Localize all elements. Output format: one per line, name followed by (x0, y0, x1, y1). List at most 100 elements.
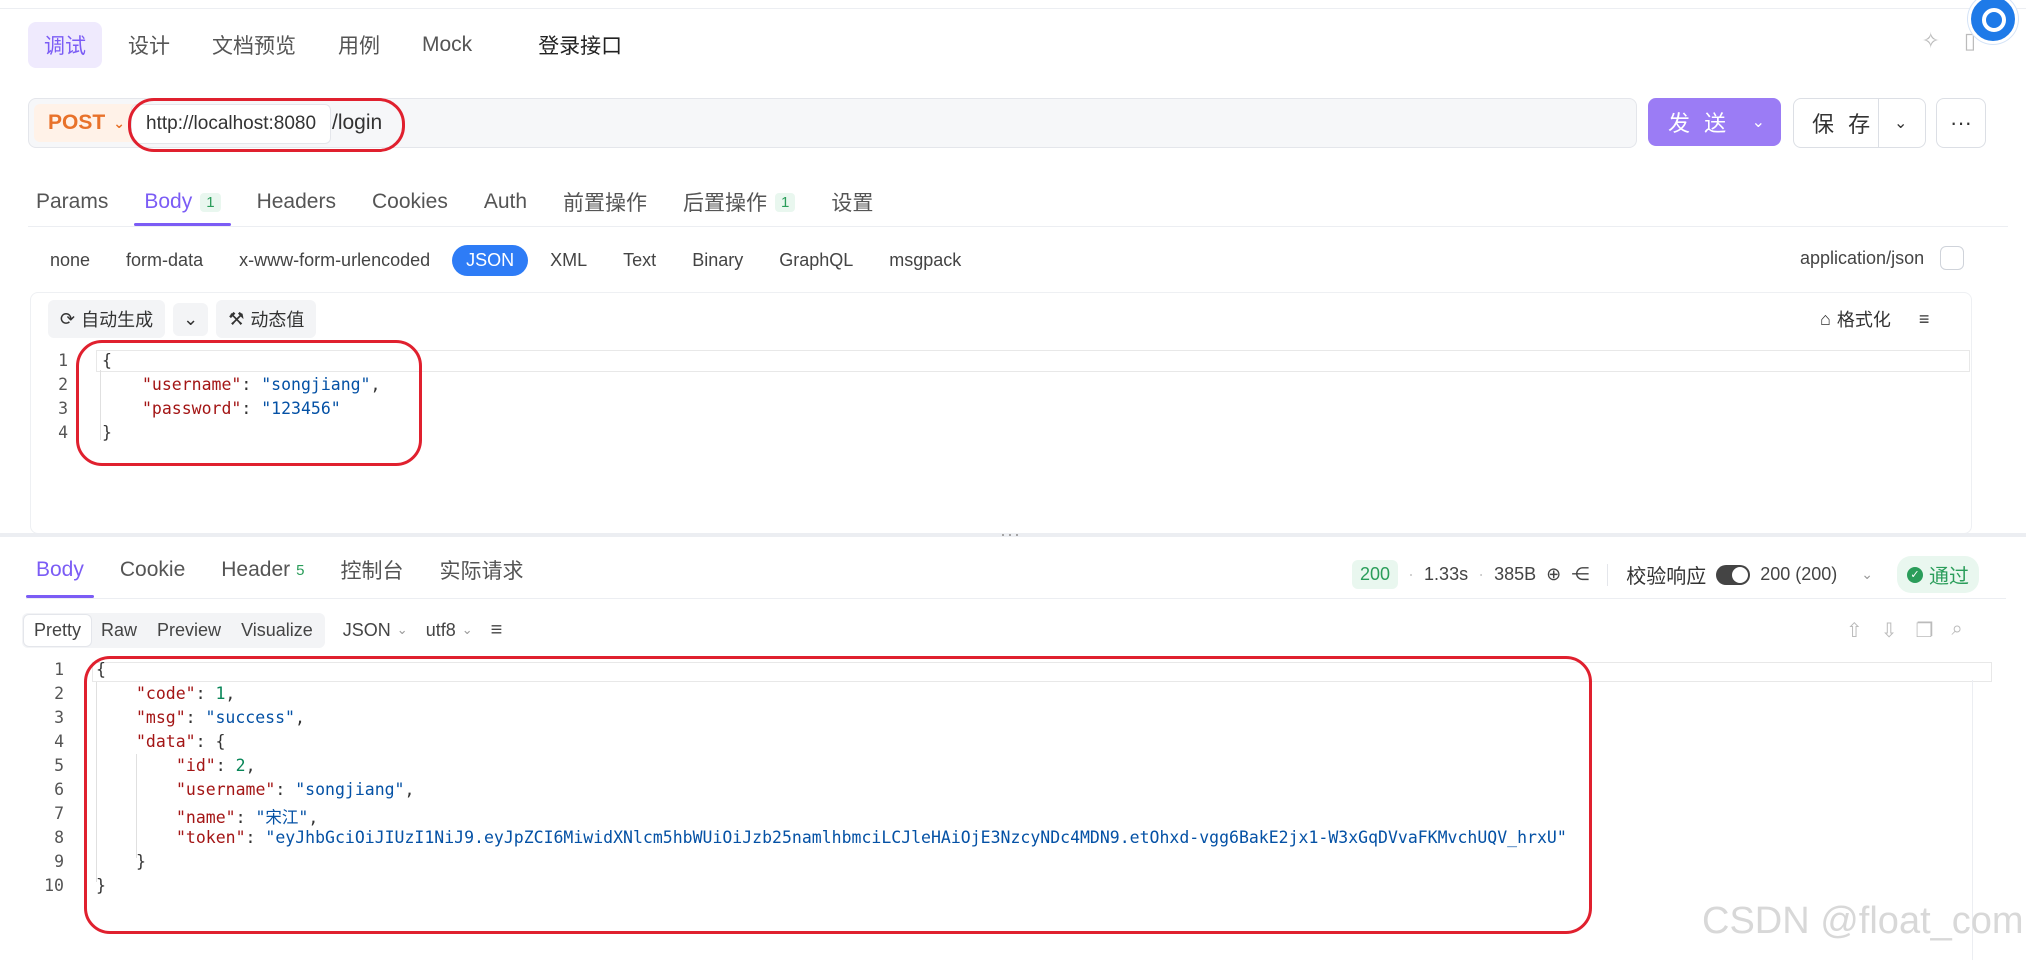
view-preview[interactable]: Preview (147, 615, 231, 646)
drag-handle-icon[interactable]: ··· (1000, 524, 1021, 545)
body-type-binary[interactable]: Binary (678, 245, 757, 276)
response-time: 1.33s (1424, 564, 1469, 584)
check-icon: ✓ (1907, 566, 1924, 583)
chevron-down-icon[interactable]: ⌄ (1894, 113, 1907, 133)
content-type-label: application/json (1800, 247, 1925, 268)
content-type-checkbox[interactable] (1940, 246, 1965, 270)
tab-label: 控制台 (340, 560, 404, 583)
divider (1607, 563, 1609, 586)
share-icon[interactable]: ⋲ (1571, 564, 1589, 585)
tab-auth[interactable]: Auth (474, 180, 537, 224)
encoding-select[interactable]: utf8 ⌄ (426, 620, 473, 641)
pass-label: 通过 (1929, 566, 1970, 588)
view-raw[interactable]: Raw (91, 615, 147, 646)
editor-toolbar-right: ⌂ 格式化 ≡ (1820, 306, 1929, 332)
format-button[interactable]: ⌂ 格式化 (1820, 306, 1891, 332)
method-label: POST (48, 111, 106, 134)
line-number: 4 (54, 732, 64, 751)
line-number: 3 (54, 708, 64, 727)
broom-icon: ⌂ (1820, 308, 1831, 329)
globe-icon[interactable]: ⊕ (1546, 564, 1561, 585)
tab-label: Header (221, 558, 291, 581)
chevron-down-icon: ⌄ (461, 622, 473, 637)
response-status-bar: 200 · 1.33s · 385B ⊕ ⋲ 校验响应 200 (200) ⌄ … (1352, 556, 1980, 593)
tab-headers[interactable]: Headers (247, 180, 346, 224)
tab-cookies[interactable]: Cookies (362, 180, 458, 224)
body-type-form-data[interactable]: form-data (112, 245, 217, 276)
line-number: 9 (54, 852, 64, 871)
status-code-badge: 200 (1352, 560, 1399, 589)
view-visualize[interactable]: Visualize (231, 615, 323, 646)
chevron-down-icon[interactable]: ⌄ (1752, 112, 1765, 132)
body-type-text[interactable]: Text (609, 245, 670, 276)
view-pretty[interactable]: Pretty (24, 614, 92, 646)
chevron-down-icon: ⌄ (183, 308, 199, 329)
wrap-lines-icon[interactable]: ≡ (491, 619, 503, 642)
line-number: 1 (58, 351, 68, 370)
chevron-down-icon[interactable]: ⌄ (1861, 566, 1873, 583)
tab-cases[interactable]: 用例 (322, 22, 396, 68)
save-button[interactable]: 保 存 ⌄ (1793, 98, 1926, 148)
format-select[interactable]: JSON ⌄ (343, 620, 408, 641)
tab-label: Auth (483, 190, 528, 213)
format-value: JSON (342, 619, 391, 640)
copy-icon[interactable]: ❐ (1916, 618, 1934, 643)
auto-generate-dropdown[interactable]: ⌄ (173, 302, 209, 336)
count-badge: 1 (775, 192, 796, 212)
divider (1878, 99, 1879, 147)
tab-body[interactable]: Body 1 (134, 180, 231, 226)
tab-params[interactable]: Params (26, 180, 118, 224)
line-number: 6 (54, 780, 64, 799)
validate-response-label: 校验响应 (1626, 566, 1707, 588)
upload-icon[interactable]: ⇧ (1846, 618, 1863, 643)
tab-debug[interactable]: 调试 (28, 22, 102, 68)
send-button[interactable]: 发 送 ⌄ (1648, 98, 1781, 146)
tab-settings[interactable]: 设置 (821, 180, 883, 224)
dynamic-value-label: 动态值 (250, 310, 305, 330)
assistant-avatar-icon[interactable] (1968, 0, 2018, 44)
window-top-edge (0, 0, 2026, 9)
method-select[interactable]: POST ⌄ (34, 104, 139, 142)
tab-response-header[interactable]: Header 5 (211, 548, 314, 592)
dynamic-value-button[interactable]: ⚒ 动态值 (216, 300, 317, 338)
tab-post-ops[interactable]: 后置操作 1 (673, 180, 805, 224)
editor-toolbar: ⟳ 自动生成 ⌄ ⚒ 动态值 (48, 300, 317, 338)
tab-pre-ops[interactable]: 前置操作 (553, 180, 657, 224)
separator: · (1478, 564, 1485, 584)
tab-response-cookie[interactable]: Cookie (110, 548, 195, 592)
tab-mock[interactable]: Mock (406, 25, 488, 65)
auto-generate-button[interactable]: ⟳ 自动生成 (48, 300, 166, 338)
tab-response-body[interactable]: Body (26, 548, 94, 598)
body-type-none[interactable]: none (36, 245, 104, 276)
wrap-lines-icon[interactable]: ≡ (1919, 309, 1930, 330)
line-number: 2 (58, 375, 68, 394)
ai-sparkle-icon[interactable]: ✧ (1921, 28, 1939, 54)
body-type-msgpack[interactable]: msgpack (875, 245, 975, 276)
tab-label: Cookie (119, 558, 186, 581)
tab-design[interactable]: 设计 (112, 22, 186, 68)
body-type-json[interactable]: JSON (452, 244, 529, 276)
response-tabs: Body Cookie Header 5 控制台 实际请求 (26, 548, 549, 598)
count-badge: 5 (296, 561, 305, 579)
body-type-urlencoded[interactable]: x-www-form-urlencoded (225, 245, 444, 276)
encoding-value: utf8 (425, 619, 456, 640)
send-label: 发 送 (1668, 111, 1731, 136)
download-icon[interactable]: ⇩ (1881, 618, 1898, 643)
validate-response-select[interactable]: 200 (200) (1760, 564, 1837, 585)
body-type-xml[interactable]: XML (536, 245, 601, 276)
tab-label: Params (36, 190, 109, 213)
annotation-circle-url (128, 98, 405, 152)
annotation-circle-request-body (76, 340, 422, 466)
tab-label: Body (144, 190, 193, 213)
auto-generate-label: 自动生成 (81, 310, 154, 330)
search-icon[interactable]: ⌕ (1951, 618, 1962, 643)
line-number: 10 (44, 876, 64, 895)
more-options-button[interactable]: ··· (1936, 98, 1986, 148)
tab-label: 前置操作 (563, 192, 648, 215)
tab-actual-request[interactable]: 实际请求 (429, 548, 533, 592)
validate-response-toggle[interactable] (1716, 564, 1751, 585)
body-type-graphql[interactable]: GraphQL (765, 245, 867, 276)
watermark: CSDN @float_com (1702, 900, 2024, 942)
tab-doc-preview[interactable]: 文档预览 (196, 22, 312, 68)
tab-console[interactable]: 控制台 (330, 548, 413, 592)
